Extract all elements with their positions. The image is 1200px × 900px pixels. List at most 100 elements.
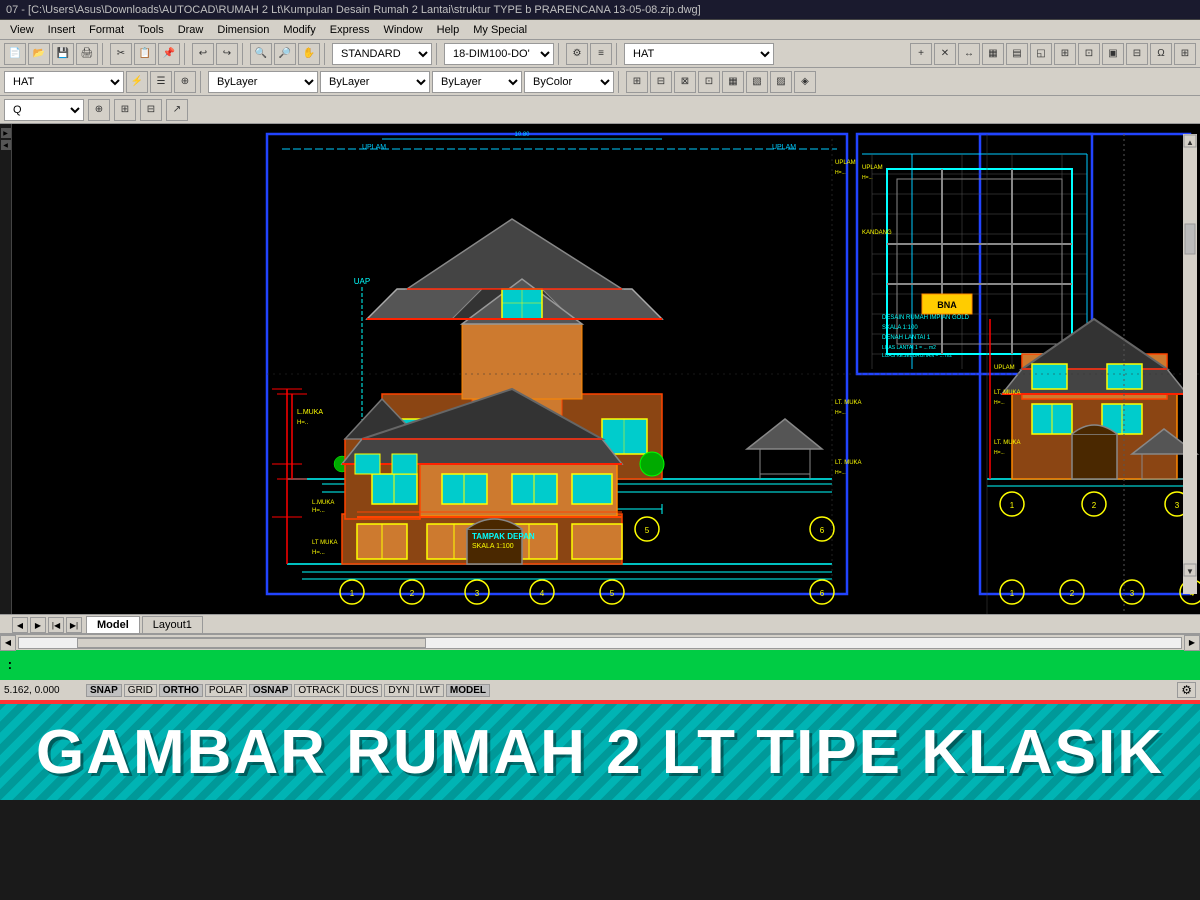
polar-btn[interactable]: POLAR <box>205 684 247 697</box>
main-viewport[interactable]: L.MUKA H=.. 10.80 1 2 3 4 5 6 UAP <box>12 124 1200 614</box>
layer-btn1[interactable]: ⚡ <box>126 71 148 93</box>
tb-btn-6[interactable]: ◱ <box>1030 43 1052 65</box>
draw-btn6[interactable]: ▧ <box>746 71 768 93</box>
layer-dropdown[interactable]: HAT <box>4 71 124 93</box>
draw-btn8[interactable]: ◈ <box>794 71 816 93</box>
svg-text:H=...: H=... <box>835 170 846 176</box>
new-btn[interactable]: 📄 <box>4 43 26 65</box>
pan-btn[interactable]: ✋ <box>298 43 320 65</box>
menu-draw[interactable]: Draw <box>172 23 210 37</box>
svg-text:▲: ▲ <box>1186 138 1194 147</box>
save-btn[interactable]: 💾 <box>52 43 74 65</box>
tab-nav-start[interactable]: |◀ <box>48 617 64 633</box>
paste-btn[interactable]: 📌 <box>158 43 180 65</box>
menu-view[interactable]: View <box>4 23 40 37</box>
menu-help[interactable]: Help <box>431 23 466 37</box>
coord-dropdown[interactable]: Q <box>4 99 84 121</box>
settings-icon[interactable]: ⚙ <box>1177 682 1196 698</box>
left-tool-2[interactable]: ◀ <box>1 140 11 150</box>
svg-text:L.MUKA: L.MUKA <box>297 409 323 416</box>
lwt-btn[interactable]: LWT <box>416 684 444 697</box>
ducs-btn[interactable]: DUCS <box>346 684 382 697</box>
grid-btn[interactable]: ⊞ <box>114 99 136 121</box>
ortho-btn[interactable]: ORTHO <box>159 684 203 697</box>
open-btn[interactable]: 📂 <box>28 43 50 65</box>
layer-btn3[interactable]: ⊕ <box>174 71 196 93</box>
tb-btn-7[interactable]: ⊞ <box>1054 43 1076 65</box>
menu-tools[interactable]: Tools <box>132 23 170 37</box>
svg-text:2: 2 <box>1070 589 1075 598</box>
menu-modify[interactable]: Modify <box>277 23 321 37</box>
h-scroll-track[interactable] <box>18 637 1182 649</box>
tab-nav-prev[interactable]: ◀ <box>12 617 28 633</box>
tb-btn-5[interactable]: ▤ <box>1006 43 1028 65</box>
draw-btn3[interactable]: ⊠ <box>674 71 696 93</box>
tab-nav-next[interactable]: ▶ <box>30 617 46 633</box>
svg-text:3: 3 <box>475 589 480 598</box>
menu-format[interactable]: Format <box>83 23 130 37</box>
bylayer2-dropdown[interactable]: ByLayer <box>320 71 430 93</box>
h-scroll-thumb[interactable] <box>77 638 426 648</box>
svg-text:DESAIN RUMAH IMPIAN GOLD: DESAIN RUMAH IMPIAN GOLD <box>882 315 970 321</box>
tb-btn-9[interactable]: ▣ <box>1102 43 1124 65</box>
tb-btn-10[interactable]: ⊟ <box>1126 43 1148 65</box>
scroll-left-btn[interactable]: ◀ <box>0 635 16 651</box>
left-tool-1[interactable]: ▶ <box>1 128 11 138</box>
model-btn[interactable]: MODEL <box>446 684 490 697</box>
h-scrollbar: ◀ ▶ <box>0 634 1200 650</box>
draw-btn7[interactable]: ▨ <box>770 71 792 93</box>
tb-btn-8[interactable]: ⊡ <box>1078 43 1100 65</box>
osnap-btn[interactable]: OSNAP <box>249 684 293 697</box>
svg-text:UPLAM: UPLAM <box>362 144 386 151</box>
tab-model[interactable]: Model <box>86 616 140 633</box>
otrack-btn[interactable]: OTRACK <box>294 684 344 697</box>
menu-express[interactable]: Express <box>324 23 376 37</box>
svg-text:L.MUKA: L.MUKA <box>312 500 334 506</box>
zoom-btn[interactable]: 🔍 <box>250 43 272 65</box>
tb-btn-4[interactable]: ▦ <box>982 43 1004 65</box>
polar-btn[interactable]: ↗ <box>166 99 188 121</box>
properties-btn[interactable]: ⚙ <box>566 43 588 65</box>
bylayer3-dropdown[interactable]: ByLayer <box>432 71 522 93</box>
menu-my-special[interactable]: My Special <box>467 23 533 37</box>
menu-dimension[interactable]: Dimension <box>211 23 275 37</box>
cut-btn[interactable]: ✂ <box>110 43 132 65</box>
copy-btn[interactable]: 📋 <box>134 43 156 65</box>
menu-bar: View Insert Format Tools Draw Dimension … <box>0 20 1200 40</box>
standard-dropdown[interactable]: STANDARD <box>332 43 432 65</box>
hat-dropdown[interactable]: HAT <box>624 43 774 65</box>
menu-insert[interactable]: Insert <box>42 23 82 37</box>
drawing-area[interactable]: ▶ ◀ <box>0 124 1200 614</box>
svg-text:LT MUKA: LT MUKA <box>312 540 337 546</box>
bycolor-dropdown[interactable]: ByColor <box>524 71 614 93</box>
draw-btn2[interactable]: ⊟ <box>650 71 672 93</box>
svg-text:4: 4 <box>540 589 545 598</box>
grid-btn[interactable]: GRID <box>124 684 157 697</box>
tb-btn-3[interactable]: ↔ <box>958 43 980 65</box>
layer-btn2[interactable]: ☰ <box>150 71 172 93</box>
snap-btn[interactable]: ⊕ <box>88 99 110 121</box>
ortho-btn[interactable]: ⊟ <box>140 99 162 121</box>
zoom2-btn[interactable]: 🔎 <box>274 43 296 65</box>
menu-window[interactable]: Window <box>378 23 429 37</box>
tb-btn-2[interactable]: ✕ <box>934 43 956 65</box>
tb-btn-1[interactable]: + <box>910 43 932 65</box>
command-line[interactable]: : <box>0 650 1200 680</box>
redo-btn[interactable]: ↪ <box>216 43 238 65</box>
dim-dropdown[interactable]: 18-DIM100-DO' <box>444 43 554 65</box>
snap-btn[interactable]: SNAP <box>86 684 122 697</box>
bylayer1-dropdown[interactable]: ByLayer <box>208 71 318 93</box>
match-btn[interactable]: ≡ <box>590 43 612 65</box>
svg-text:H=...: H=... <box>312 550 325 556</box>
scroll-right-btn[interactable]: ▶ <box>1184 635 1200 651</box>
undo-btn[interactable]: ↩ <box>192 43 214 65</box>
dyn-btn[interactable]: DYN <box>384 684 413 697</box>
tab-nav-end[interactable]: ▶| <box>66 617 82 633</box>
print-btn[interactable]: 🖨 <box>76 43 98 65</box>
draw-btn1[interactable]: ⊞ <box>626 71 648 93</box>
draw-btn4[interactable]: ⊡ <box>698 71 720 93</box>
tab-layout1[interactable]: Layout1 <box>142 616 203 633</box>
tb-btn-11[interactable]: Ω <box>1150 43 1172 65</box>
draw-btn5[interactable]: ▦ <box>722 71 744 93</box>
tb-btn-12[interactable]: ⊞ <box>1174 43 1196 65</box>
